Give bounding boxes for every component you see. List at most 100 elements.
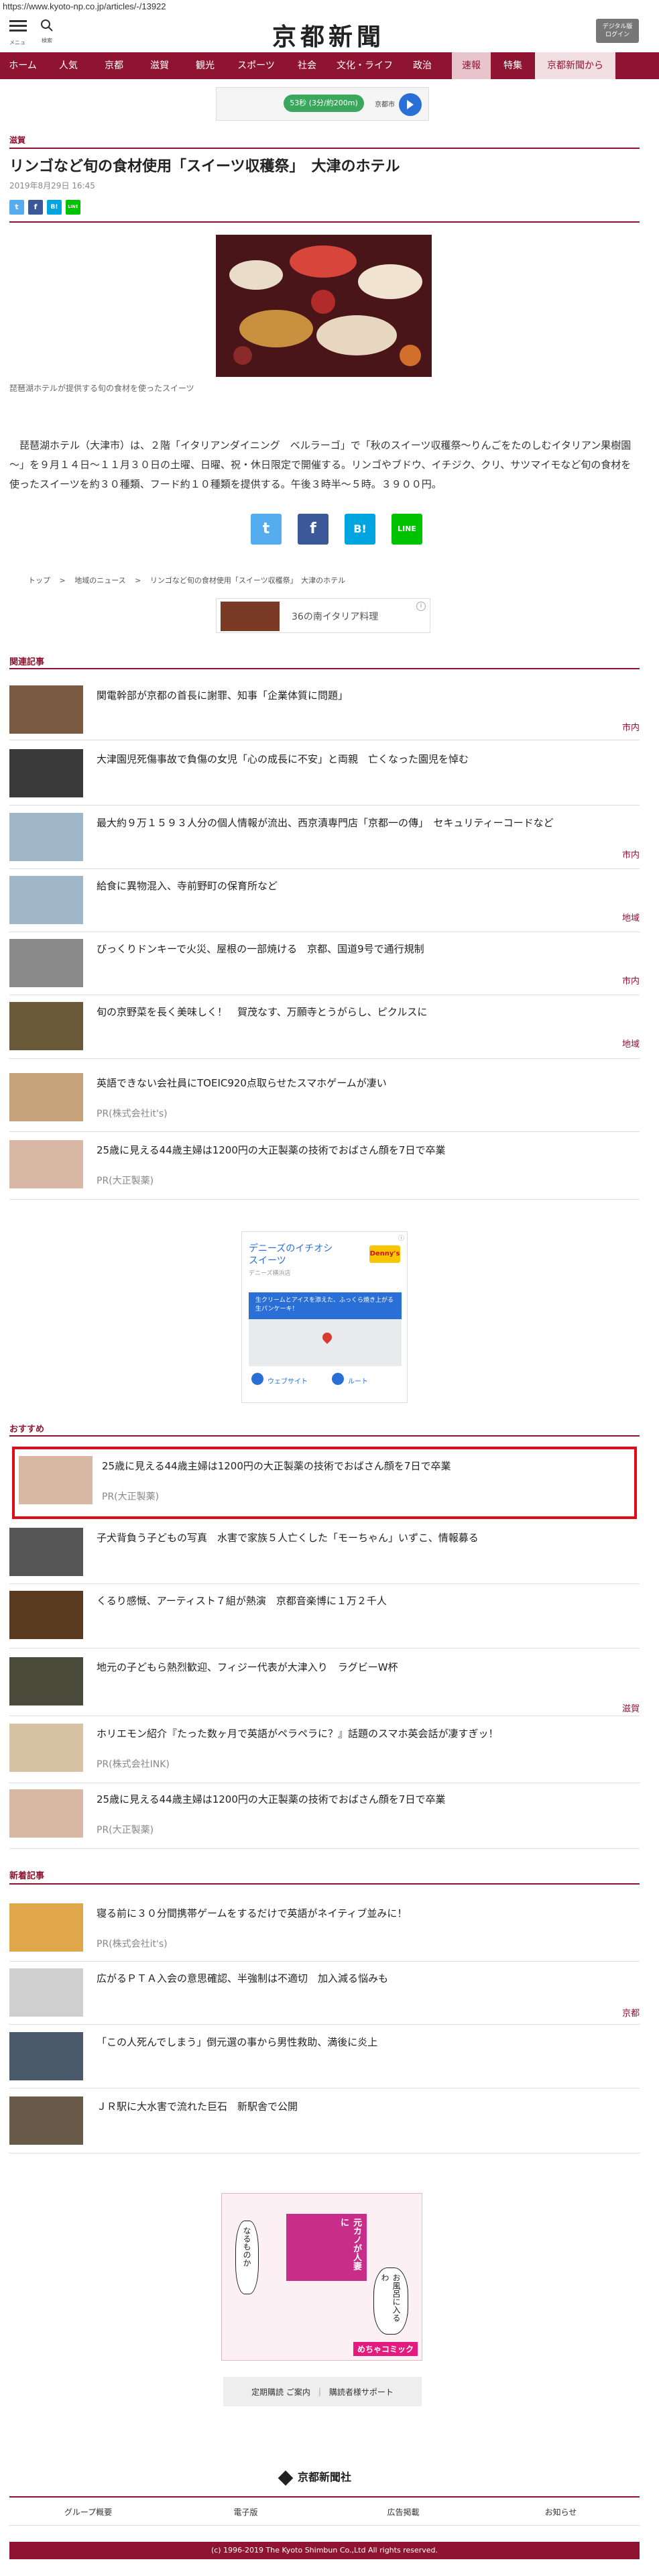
item-thumbnail [9, 749, 83, 797]
nav-item-culture[interactable]: 文化・ライフ [330, 52, 400, 79]
twitter-share-button[interactable]: t [9, 200, 24, 215]
item-title: くるり感慨、アーティスト７組が熱演 京都音楽博に１万２千人 [97, 1595, 387, 1607]
map-ad-banner[interactable]: 53秒 (3分/約200m) 京都市 [216, 87, 429, 121]
ad-info-icon[interactable]: i [416, 602, 426, 611]
related-heading: 関連記事 [9, 657, 45, 667]
item-sponsor: PR(株式会社it's) [97, 1109, 168, 1119]
divider [9, 1199, 640, 1200]
item-sponsor: PR(株式会社INK) [97, 1759, 170, 1770]
digital-login-button[interactable]: デジタル版 ログイン [596, 19, 639, 43]
item-tag: 市内 [621, 850, 640, 860]
url-bar[interactable]: https://www.kyoto-np.co.jp/articles/-/13… [0, 0, 659, 15]
breadcrumb-top[interactable]: トップ [28, 576, 50, 585]
line-share-button[interactable]: LINE [66, 200, 80, 215]
facebook-share-button[interactable]: f [28, 200, 43, 215]
ad-thumbnail [221, 602, 280, 631]
item-thumbnail [9, 685, 83, 734]
nav-item-shiga[interactable]: 滋賀 [137, 52, 182, 79]
subscription-guide-link[interactable]: 定期購読 ご案内 [251, 2386, 310, 2398]
twitter-share-button-large[interactable]: t [251, 514, 282, 545]
facebook-share-button-large[interactable]: f [298, 514, 328, 545]
map-pin-icon [320, 1331, 334, 1344]
search-label: 検索 [42, 38, 52, 44]
website-icon [251, 1373, 263, 1385]
item-sponsor: PR(大正製薬) [97, 1176, 154, 1186]
item-thumbnail [9, 1002, 83, 1050]
breadcrumb-regional[interactable]: 地域のニュース [74, 576, 125, 585]
main-nav: ホーム 人気 京都 滋賀 観光 スポーツ 社会 文化・ライフ 政治 速報 特集 … [0, 52, 659, 79]
nav-item-kyoto[interactable]: 京都 [91, 52, 137, 79]
footer-link-ads[interactable]: 広告掲載 [324, 2498, 482, 2525]
footer-link-group[interactable]: グループ概要 [9, 2498, 167, 2525]
item-title: 英語できない会社員にTOEIC920点取らせたスマホゲームが凄い [97, 1077, 387, 1089]
search-icon [41, 19, 53, 32]
item-sponsor: PR(大正製薬) [97, 1825, 154, 1836]
footer-link-digital[interactable]: 電子版 [167, 2498, 324, 2525]
item-thumbnail [9, 1789, 83, 1838]
divider [9, 668, 640, 669]
nav-item-sports[interactable]: スポーツ [228, 52, 284, 79]
footer-logo-text: 京都新聞社 [298, 2471, 352, 2483]
item-thumbnail [9, 939, 83, 987]
speech-bubble: なるものか [235, 2221, 259, 2294]
nav-item-breaking[interactable]: 速報 [452, 52, 491, 79]
ad-text: 36の南イタリア料理 [292, 612, 379, 622]
ad-title: デニーズのイチオシ スイーツ [249, 1243, 333, 1267]
ad-info-icon[interactable]: ⓘ [398, 1233, 404, 1242]
dennys-logo: Denny's [369, 1245, 400, 1263]
item-title: 最大約９万１５９３人分の個人情報が流出、西京漬専門店「京都一の傳」 セキュリティ… [97, 817, 554, 829]
item-title: 子犬背負う子どもの写真 水害で家族５人亡くした「モーちゃん」いずこ、情報募る [97, 1532, 479, 1544]
item-thumbnail [9, 1968, 83, 2017]
divider [9, 1435, 640, 1437]
article-category[interactable]: 滋賀 [9, 134, 25, 146]
divider [9, 148, 640, 149]
ad-website-link[interactable]: ウェブサイト [267, 1376, 308, 1386]
nav-item-tourism[interactable]: 観光 [182, 52, 228, 79]
ad-route-link[interactable]: ルート [348, 1376, 368, 1386]
nav-item-features[interactable]: 特集 [491, 52, 535, 79]
article-photo[interactable] [216, 235, 432, 377]
hatena-share-button-large[interactable]: B! [345, 514, 375, 545]
item-thumbnail [9, 1140, 83, 1188]
menu-icon [9, 20, 27, 22]
footer-link-news[interactable]: お知らせ [482, 2498, 640, 2525]
navigate-icon [399, 93, 422, 116]
divider [9, 221, 640, 223]
sweets-image [216, 235, 432, 377]
footer-logo[interactable]: 京都新聞社 [278, 2468, 352, 2485]
nav-item-popular[interactable]: 人気 [46, 52, 91, 79]
divider [9, 1883, 640, 1885]
divider [9, 2024, 640, 2025]
manga-ad[interactable]: なるものか 元カノが人妻に お風呂に入るわ めちゃコミック [221, 2193, 422, 2361]
search-button[interactable]: 検索 [38, 19, 56, 45]
divider [9, 1131, 640, 1132]
item-title: ホリエモン紹介『たった数ヶ月で英語がペラペラに？』話題のスマホ英会話が凄すぎッ！ [97, 1728, 499, 1740]
hatena-share-button[interactable]: B! [47, 200, 62, 215]
ad-description: 生クリームとアイスを添えた、ふっくら焼き上がる生パンケーキ！ [249, 1292, 402, 1319]
restaurant-ad[interactable]: 36の南イタリア料理 i [216, 598, 430, 633]
manga-brand-logo: めちゃコミック [353, 2342, 418, 2356]
dennys-ad[interactable]: ⓘ デニーズのイチオシ スイーツ デニーズ横浜店 Denny's 生クリームとア… [241, 1231, 408, 1403]
nav-item-from-kyoto-np[interactable]: 京都新聞から [535, 52, 615, 79]
item-title: 旬の京野菜を長く美味しく！ 賀茂なす、万願寺とうがらし、ピクルスに [97, 1006, 428, 1018]
nav-item-politics[interactable]: 政治 [400, 52, 445, 79]
article-title: リンゴなど旬の食材使用「スイーツ収穫祭」 大津のホテル [9, 158, 400, 175]
item-sponsor: PR(株式会社it's) [97, 1939, 168, 1950]
latest-heading: 新着記事 [9, 1871, 45, 1881]
item-title: 25歳に見える44歳主婦は1200円の大正製薬の技術でおばさん顔を7日で卒業 [102, 1460, 451, 1472]
menu-icon-bar [9, 25, 27, 27]
item-title: びっくりドンキーで火災、屋根の一部焼ける 京都、国道9号で通行規制 [97, 943, 424, 955]
divider [9, 1961, 640, 1962]
subscription-links: 定期購読 ご案内 | 購読者様サポート [223, 2377, 422, 2406]
site-logo[interactable]: 京都新聞 [228, 17, 429, 52]
item-title: 25歳に見える44歳主婦は1200円の大正製薬の技術でおばさん顔を7日で卒業 [97, 1793, 446, 1805]
line-share-button-large[interactable]: LINE [392, 514, 422, 545]
breadcrumb: トップ > 地域のニュース > リンゴなど旬の食材使用「スイーツ収穫祭」 大津の… [28, 575, 352, 585]
item-thumbnail [9, 1591, 83, 1639]
logo-mark-icon [278, 2470, 294, 2485]
nav-item-home[interactable]: ホーム [0, 52, 46, 79]
nav-item-society[interactable]: 社会 [284, 52, 330, 79]
subscriber-support-link[interactable]: 購読者様サポート [329, 2386, 394, 2398]
login-label: ログイン [605, 32, 630, 38]
item-title: 地元の子どもら熱烈歓迎、フィジー代表が大津入り ラグビーW杯 [97, 1661, 398, 1673]
